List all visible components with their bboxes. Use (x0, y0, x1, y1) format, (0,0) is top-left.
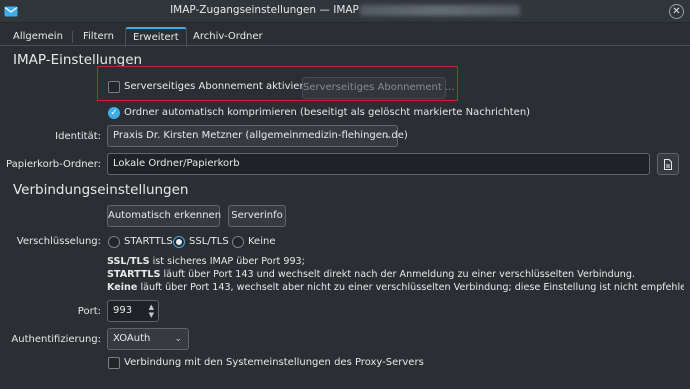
authentication-label: Authentifizierung: (11, 334, 101, 345)
chevron-down-icon: ⌄ (383, 131, 391, 141)
server-subscription-checkbox[interactable] (108, 81, 120, 93)
encryption-none-radio[interactable] (232, 236, 244, 248)
chevron-down-icon[interactable]: ▼ (149, 311, 154, 319)
chevron-down-icon: ⌄ (174, 334, 182, 344)
chevron-up-icon[interactable]: ▲ (149, 303, 154, 311)
encryption-info-line: STARTTLS läuft über Port 143 und wechsel… (107, 269, 636, 280)
tab-erweitert[interactable]: Erweitert (125, 27, 187, 47)
encryption-none-label[interactable]: Keine (248, 236, 275, 247)
advanced-settings-panel: IMAP-Einstellungen Serverseitiges Abonne… (0, 46, 690, 389)
tab-archiv-ordner[interactable]: Archiv-Ordner (186, 27, 270, 47)
identity-select[interactable]: Praxis Dr. Kirsten Metzner (allgemeinmed… (107, 125, 408, 147)
encryption-info-line: Keine läuft über Port 143, wechselt aber… (107, 282, 690, 293)
encryption-label: Verschlüsselung: (16, 236, 101, 247)
window-title: IMAP-Zugangseinstellungen — IMAP (0, 4, 690, 16)
compress-folders-checkbox[interactable]: ✓ (108, 107, 120, 119)
port-value: 993 (113, 305, 133, 316)
authentication-value: XOAuth (113, 333, 151, 344)
identity-label: Identität: (55, 131, 101, 142)
compress-folders-label[interactable]: Ordner automatisch komprimieren (beseiti… (124, 107, 530, 118)
trash-folder-field[interactable]: Lokale Ordner/Papierkorb (107, 153, 650, 175)
proxy-system-settings-label[interactable]: Verbindung mit den Systemeinstellungen d… (124, 357, 424, 368)
encryption-starttls-label[interactable]: STARTTLS (124, 236, 173, 247)
tab-filtern[interactable]: Filtern (76, 27, 121, 47)
trash-folder-label: Papierkorb-Ordner: (6, 159, 101, 170)
tab-allgemein[interactable]: Allgemein (6, 27, 70, 47)
serverinfo-button[interactable]: Serverinfo (228, 205, 286, 227)
redacted-title-part (359, 4, 520, 16)
autodetect-button[interactable]: Automatisch erkennen (107, 205, 221, 227)
encryption-info-line: SSL/TLS ist sicheres IMAP über Port 993; (107, 256, 305, 267)
authentication-select[interactable]: XOAuth ⌄ (107, 328, 189, 350)
server-subscription-label[interactable]: Serverseitiges Abonnement aktivieren (124, 81, 316, 92)
encryption-starttls-radio[interactable] (108, 236, 120, 248)
identity-value: Praxis Dr. Kirsten Metzner (allgemeinmed… (113, 130, 408, 141)
proxy-system-settings-checkbox[interactable] (108, 357, 120, 369)
connection-settings-heading: Verbindungseinstellungen (13, 182, 189, 198)
scrollbar[interactable] (684, 46, 690, 389)
folder-browse-icon[interactable] (657, 153, 679, 175)
tab-separator (72, 31, 73, 43)
port-label: Port: (77, 306, 101, 317)
server-subscription-button[interactable]: Serverseitiges Abonnement ... (302, 77, 455, 99)
tab-bar: Allgemein Filtern Erweitert Archiv-Ordne… (0, 24, 690, 47)
encryption-ssltls-radio[interactable] (173, 236, 185, 248)
close-icon[interactable]: ✕ (669, 4, 684, 19)
window-titlebar: IMAP-Zugangseinstellungen — IMAP ✕ (0, 0, 690, 23)
port-spinbox[interactable]: 993 ▲ ▼ (107, 300, 159, 322)
encryption-ssltls-label[interactable]: SSL/TLS (189, 236, 229, 247)
